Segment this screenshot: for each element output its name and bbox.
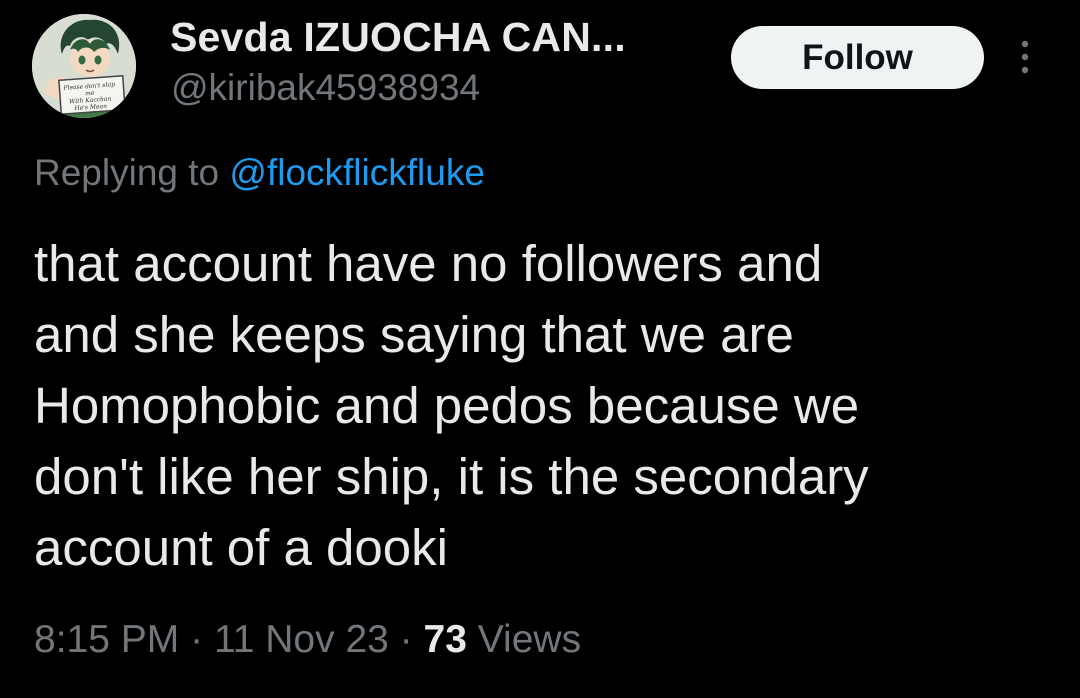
more-vertical-icon[interactable]	[1013, 40, 1037, 76]
tweet-text: that account have no followers and and s…	[34, 228, 1054, 583]
reply-context: Replying to @flockflickfluke	[34, 152, 485, 194]
tweet-meta: 8:15 PM · 11 Nov 23 · 73 Views	[34, 618, 581, 662]
reply-mention-link[interactable]: @flockflickfluke	[229, 152, 485, 193]
follow-button[interactable]: Follow	[731, 26, 984, 89]
tweet-text-line: account of a dooki	[34, 519, 448, 576]
tweet-text-line: don't like her ship, it is the secondary	[34, 448, 869, 505]
tweet-text-line: Homophobic and pedos because we	[34, 377, 860, 434]
avatar[interactable]: Please don't ship me With Kacchan He's M…	[32, 14, 136, 118]
author-handle[interactable]: @kiribak45938934	[171, 67, 480, 109]
tweet: Please don't ship me With Kacchan He's M…	[0, 0, 1080, 698]
tweet-time[interactable]: 8:15 PM	[34, 618, 179, 661]
avatar-sign-text: Please don't ship me With Kacchan He's M…	[63, 81, 116, 113]
tweet-date[interactable]: 11 Nov 23	[214, 618, 389, 661]
tweet-text-line: and she keeps saying that we are	[34, 306, 794, 363]
author-display-name[interactable]: Sevda IZUOCHA CAN...	[170, 14, 626, 61]
views-count[interactable]: 73	[424, 618, 467, 661]
meta-separator: ·	[399, 618, 413, 661]
views-label[interactable]: Views	[478, 618, 581, 661]
reply-prefix: Replying to	[34, 152, 220, 193]
tweet-text-line: that account have no followers and	[34, 235, 823, 292]
meta-separator: ·	[190, 618, 204, 661]
